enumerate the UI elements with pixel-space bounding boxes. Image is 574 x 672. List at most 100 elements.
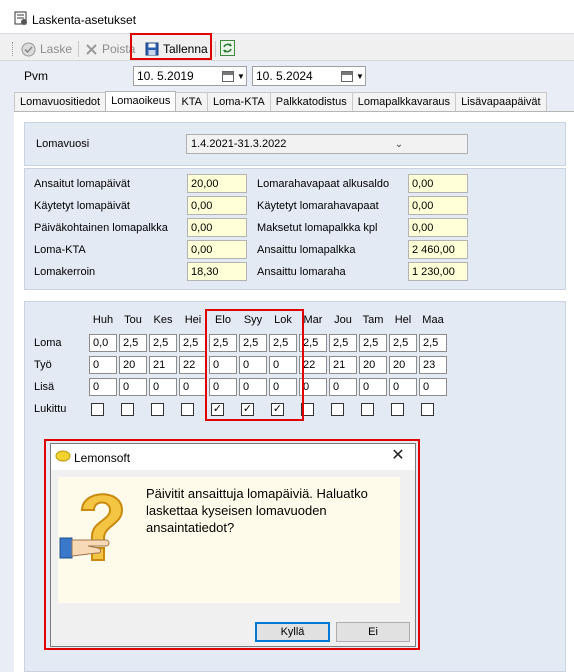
row-label: Työ: [34, 359, 52, 371]
ansaittu-lomaraha-field[interactable]: 1 230,00: [408, 262, 468, 281]
grid-cell-input[interactable]: 23: [419, 356, 447, 374]
grid-cell-input[interactable]: 21: [329, 356, 357, 374]
pvm-label: Pvm: [24, 69, 48, 83]
tab-kta[interactable]: KTA: [175, 92, 209, 112]
field-label: Loma-KTA: [34, 244, 86, 256]
row-label: Lisä: [34, 381, 55, 393]
locked-checkbox[interactable]: [151, 403, 164, 416]
settings-app-icon: [14, 11, 27, 25]
refresh-icon: [223, 43, 232, 53]
lomakerroin-field[interactable]: 18,30: [187, 262, 247, 281]
maksetut-lomapalkka-field[interactable]: 0,00: [408, 218, 468, 237]
dialog-message: Päivitit ansaittuja lomapäiviä. Haluatko…: [146, 486, 368, 535]
month-header: Hel: [394, 314, 412, 326]
grid-cell-input[interactable]: 0: [389, 378, 417, 396]
lemon-icon: [55, 450, 71, 462]
grid-cell-input[interactable]: 0,0: [89, 334, 117, 352]
grid-cell-input[interactable]: 0: [329, 378, 357, 396]
grid-cell-input[interactable]: 2,5: [359, 334, 387, 352]
paivakohtainen-lomapalkka-field[interactable]: 0,00: [187, 218, 247, 237]
field-label: Ansaittu lomaraha: [257, 266, 346, 278]
locked-checkbox[interactable]: [331, 403, 344, 416]
chevron-down-icon: ⌄: [394, 138, 404, 150]
field-label: Käytetyt lomapäivät: [34, 200, 130, 212]
tab-lomavuositiedot[interactable]: Lomavuositiedot: [14, 92, 107, 112]
month-header: Jou: [334, 314, 352, 326]
window-title: Laskenta-asetukset: [32, 13, 137, 27]
field-label: Ansaitut lomapäivät: [34, 178, 130, 190]
kaytetyt-lomapaivat-field[interactable]: 0,00: [187, 196, 247, 215]
grid-cell-input[interactable]: 20: [119, 356, 147, 374]
toolbar-separator: [78, 41, 79, 57]
grid-cell-input[interactable]: 0: [89, 378, 117, 396]
close-icon[interactable]: ✕: [388, 446, 408, 466]
refresh-button[interactable]: [220, 40, 235, 56]
month-header: Maa: [422, 314, 444, 326]
month-header: Huh: [92, 314, 114, 326]
tab-lomapalkkavaraus[interactable]: Lomapalkkavaraus: [351, 92, 457, 112]
end-date-value: 10. 5.2024: [256, 69, 313, 83]
row-label: Lukittu: [34, 403, 67, 415]
locked-checkbox[interactable]: [391, 403, 404, 416]
no-button[interactable]: Ei: [336, 622, 410, 642]
toolbar-separator: [215, 41, 216, 57]
tab-lisavapaapaivat[interactable]: Lisävapaapäivät: [455, 92, 547, 112]
grid-cell-input[interactable]: 0: [149, 378, 177, 396]
lomarahavapaat-alkusaldo-field[interactable]: 0,00: [408, 174, 468, 193]
calendar-icon: [341, 70, 353, 82]
ansaittu-lomapalkka-field[interactable]: 2 460,00: [408, 240, 468, 259]
lomavuosi-select[interactable]: 1.4.2021-31.3.2022 ⌄: [186, 134, 468, 154]
locked-checkbox[interactable]: [421, 403, 434, 416]
loma-kta-field[interactable]: 0,00: [187, 240, 247, 259]
grid-cell-input[interactable]: 20: [359, 356, 387, 374]
grid-cell-input[interactable]: 0: [359, 378, 387, 396]
tab-strip: Lomavuositiedot Lomaoikeus KTA Loma-KTA …: [14, 91, 547, 112]
dialog-title: Lemonsoft: [74, 451, 131, 465]
grid-cell-input[interactable]: 2,5: [119, 334, 147, 352]
locked-checkbox[interactable]: [121, 403, 134, 416]
chevron-down-icon: ▼: [356, 71, 364, 81]
grid-cell-input[interactable]: 22: [179, 356, 207, 374]
calculate-label: Laske: [40, 42, 73, 56]
chevron-down-icon: ▼: [237, 71, 245, 81]
grid-cell-input[interactable]: 2,5: [149, 334, 177, 352]
month-header: Kes: [153, 314, 173, 326]
grid-cell-input[interactable]: 2,5: [179, 334, 207, 352]
locked-checkbox[interactable]: [181, 403, 194, 416]
delete-button[interactable]: Poista: [85, 40, 135, 58]
grid-cell-input[interactable]: 21: [149, 356, 177, 374]
grid-cell-input[interactable]: 2,5: [419, 334, 447, 352]
grid-cell-input[interactable]: 2,5: [329, 334, 357, 352]
field-label: Lomakerroin: [34, 266, 96, 278]
end-date-picker[interactable]: 10. 5.2024 ▼: [252, 66, 366, 86]
toolbar-grip: [12, 42, 14, 56]
field-label: Ansaittu lomapalkka: [257, 244, 356, 256]
start-date-value: 10. 5.2019: [137, 69, 194, 83]
locked-checkbox[interactable]: [361, 403, 374, 416]
tab-palkkatodistus[interactable]: Palkkatodistus: [269, 92, 353, 112]
save-highlight-box: [130, 33, 212, 60]
calendar-icon: [222, 70, 234, 82]
grid-cell-input[interactable]: 0: [119, 378, 147, 396]
yes-button[interactable]: Kyllä: [255, 622, 330, 642]
field-label: Maksetut lomapalkka kpl: [257, 222, 378, 234]
start-date-picker[interactable]: 10. 5.2019 ▼: [133, 66, 247, 86]
row-label: Loma: [34, 337, 62, 349]
field-label: Päiväkohtainen lomapalkka: [34, 222, 168, 234]
ansaitut-lomapaivat-field[interactable]: 20,00: [187, 174, 247, 193]
months-highlight-box: [205, 309, 304, 421]
grid-cell-input[interactable]: 0: [89, 356, 117, 374]
tab-loma-kta[interactable]: Loma-KTA: [207, 92, 271, 112]
month-header: Tou: [124, 314, 142, 326]
x-delete-icon: [86, 43, 97, 55]
grid-cell-input[interactable]: 0: [419, 378, 447, 396]
kaytetyt-lomarahavapaat-field[interactable]: 0,00: [408, 196, 468, 215]
question-mark-hand-icon: [59, 493, 124, 561]
tab-lomaoikeus[interactable]: Lomaoikeus: [105, 91, 177, 112]
locked-checkbox[interactable]: [91, 403, 104, 416]
grid-cell-input[interactable]: 2,5: [389, 334, 417, 352]
calculate-button[interactable]: Laske: [21, 40, 72, 58]
grid-cell-input[interactable]: 0: [179, 378, 207, 396]
lomavuosi-label: Lomavuosi: [36, 138, 90, 150]
grid-cell-input[interactable]: 20: [389, 356, 417, 374]
